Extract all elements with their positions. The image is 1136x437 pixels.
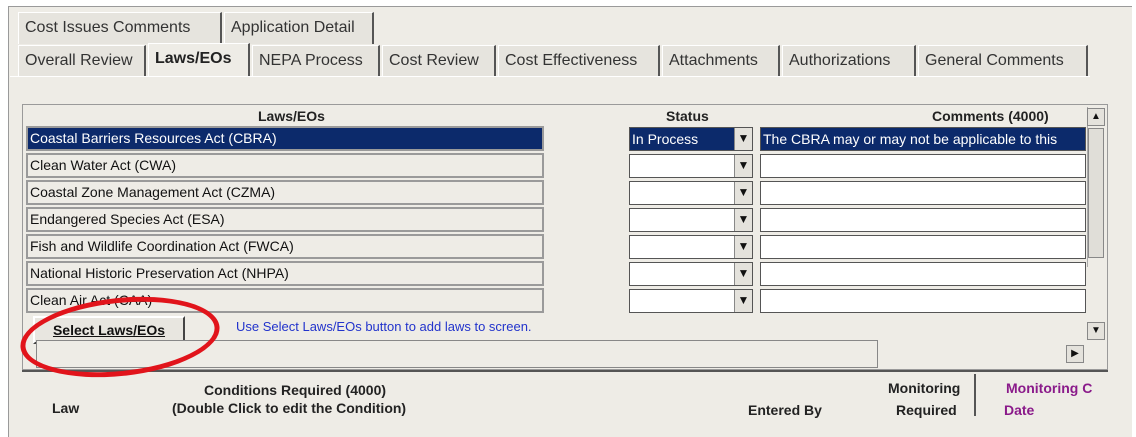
header-law: Law	[52, 400, 80, 416]
scroll-down-icon[interactable]: ▼	[1087, 322, 1105, 340]
tab-divider	[10, 76, 1090, 77]
comment-field[interactable]	[760, 235, 1086, 259]
chevron-down-icon[interactable]: ▼	[734, 236, 752, 258]
header-laws: Laws/EOs	[258, 108, 325, 124]
tab-attachments[interactable]: Attachments	[662, 45, 780, 77]
tab-application-detail[interactable]: Application Detail	[224, 12, 374, 44]
header-comments: Comments (4000)	[932, 108, 1049, 124]
status-dropdown[interactable]: ▼	[629, 235, 753, 259]
scrollbar-thumb[interactable]	[1088, 128, 1104, 258]
status-dropdown[interactable]: ▼	[629, 154, 753, 178]
header-monitoring-c: Monitoring C	[1006, 380, 1093, 396]
hint-text: Use Select Laws/EOs button to add laws t…	[236, 319, 532, 334]
tab-cost-issues-comments[interactable]: Cost Issues Comments	[18, 12, 222, 44]
header-conditions: Conditions Required (4000)	[204, 382, 387, 398]
comment-field[interactable]: The CBRA may or may not be applicable to…	[760, 127, 1086, 151]
chevron-down-icon[interactable]: ▼	[734, 155, 752, 177]
law-row[interactable]: Fish and Wildlife Coordination Act (FWCA…	[26, 234, 544, 259]
header-entered-by: Entered By	[748, 402, 822, 418]
law-row[interactable]: Coastal Zone Management Act (CZMA)	[26, 180, 544, 205]
law-row[interactable]: Clean Water Act (CWA)	[26, 153, 544, 178]
status-dropdown[interactable]: ▼	[629, 208, 753, 232]
column-divider	[974, 374, 976, 416]
chevron-down-icon[interactable]: ▼	[734, 209, 752, 231]
law-row[interactable]: Coastal Barriers Resources Act (CBRA)	[26, 126, 544, 151]
status-dropdown[interactable]: ▼	[629, 289, 753, 313]
header-status: Status	[666, 108, 709, 124]
comment-field[interactable]	[760, 154, 1086, 178]
tab-authorizations[interactable]: Authorizations	[782, 45, 916, 77]
tab-nepa-process[interactable]: NEPA Process	[252, 45, 380, 77]
header-monitoring-required-2: Required	[896, 402, 957, 418]
chevron-down-icon[interactable]: ▼	[734, 128, 752, 150]
header-monitoring-date: Date	[1004, 402, 1035, 418]
comment-field[interactable]	[760, 181, 1086, 205]
status-dropdown[interactable]: ▼	[629, 262, 753, 286]
comment-field[interactable]	[760, 262, 1086, 286]
header-conditions-hint: (Double Click to edit the Condition)	[172, 400, 407, 416]
law-row[interactable]: National Historic Preservation Act (NHPA…	[26, 261, 544, 286]
tab-laws-eos[interactable]: Laws/EOs	[148, 43, 250, 77]
comment-field[interactable]	[760, 289, 1086, 313]
law-row[interactable]: Endangered Species Act (ESA)	[26, 207, 544, 232]
chevron-down-icon[interactable]: ▼	[734, 182, 752, 204]
tab-cost-effectiveness[interactable]: Cost Effectiveness	[498, 45, 660, 77]
comment-field[interactable]	[760, 208, 1086, 232]
status-dropdown[interactable]: In Process ▼	[629, 127, 753, 151]
tab-cost-review[interactable]: Cost Review	[382, 45, 496, 77]
chevron-down-icon[interactable]: ▼	[734, 290, 752, 312]
status-value: In Process	[632, 131, 699, 147]
header-monitoring-required: Monitoring	[888, 380, 961, 396]
tab-general-comments[interactable]: General Comments	[918, 45, 1088, 77]
status-dropdown[interactable]: ▼	[629, 181, 753, 205]
scroll-up-icon[interactable]: ▲	[1087, 108, 1105, 126]
tab-overall-review[interactable]: Overall Review	[18, 45, 146, 77]
scroll-right-icon[interactable]: ▶	[1066, 345, 1084, 363]
chevron-down-icon[interactable]: ▼	[734, 263, 752, 285]
